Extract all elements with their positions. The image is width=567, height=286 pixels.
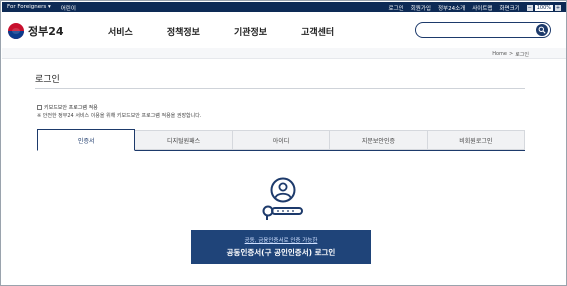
signup-link[interactable]: 회원가입 <box>411 4 431 12</box>
search-icon <box>538 26 546 34</box>
login-button-subtext: 공동, 금융인증서로 인증 가능한 <box>244 238 318 244</box>
nav-item-customer-center[interactable]: 고객센터 <box>301 25 334 38</box>
for-foreigners-link[interactable]: For Foreigners ▾ <box>7 4 51 12</box>
kids-link[interactable]: 어린이 <box>61 4 76 12</box>
login-link[interactable]: 로그인 <box>389 4 404 12</box>
breadcrumb-current: 로그인 <box>515 52 529 58</box>
breadcrumb-home[interactable]: Home <box>492 51 507 58</box>
keyboard-security-label: 키보드보안 프로그램 적용 <box>44 105 98 111</box>
page-title: 로그인 <box>35 75 60 85</box>
login-button-label: 공동인증서(구 공인인증서) 로그인 <box>226 248 336 257</box>
keyboard-security-note: ※ 안전한 정부24 서비스 이용을 위해 키보드보안 프로그램 적용을 권장합… <box>37 113 202 119</box>
sitemap-link[interactable]: 사이트맵 <box>472 4 492 12</box>
keyboard-security-checkbox[interactable] <box>37 105 42 110</box>
site-logo[interactable]: 정부24 <box>8 23 64 39</box>
screen-size-label: 화면크기 <box>499 6 520 12</box>
zoom-value: 100% <box>534 5 553 11</box>
nav-item-agency[interactable]: 기관정보 <box>234 25 267 38</box>
government-emblem-icon <box>8 23 24 39</box>
main-nav: 서비스 정책정보 기관정보 고객센터 <box>108 25 368 38</box>
nav-item-policy[interactable]: 정책정보 <box>167 25 200 38</box>
certificate-login-button[interactable]: 공동, 금융인증서로 인증 가능한 공동인증서(구 공인인증서) 로그인 <box>191 230 371 264</box>
tab-guest-login[interactable]: 비회원로그인 <box>427 130 526 150</box>
tab-fingerprint[interactable]: 지문보안인증 <box>330 130 428 150</box>
zoom-out-button[interactable]: − <box>526 5 533 11</box>
breadcrumb: Home > 로그인 <box>2 48 566 59</box>
browser-frame: For Foreigners ▾ 어린이 로그인 회원가입 정부24소개 사이트… <box>0 0 567 286</box>
certificate-user-icon <box>262 177 303 220</box>
utility-bar: For Foreigners ▾ 어린이 로그인 회원가입 정부24소개 사이트… <box>2 2 566 12</box>
key-icon <box>262 205 303 220</box>
login-method-tabs: 인증서 디지털원패스 아이디 지문보안인증 비회원로그인 <box>37 129 526 151</box>
search-input[interactable] <box>415 22 551 38</box>
title-divider <box>35 88 525 89</box>
tab-id[interactable]: 아이디 <box>232 130 331 150</box>
tab-certificate[interactable]: 인증서 <box>37 129 136 151</box>
keyboard-security-option[interactable]: 키보드보안 프로그램 적용 <box>37 104 98 111</box>
site-header: 정부24 서비스 정책정보 기관정보 고객센터 <box>2 12 566 50</box>
zoom-control: − 100% + <box>526 5 561 11</box>
intro-link[interactable]: 정부24소개 <box>438 4 465 12</box>
zoom-in-button[interactable]: + <box>555 5 561 11</box>
search-button[interactable] <box>536 24 548 36</box>
tab-digital-onepass[interactable]: 디지털원패스 <box>135 130 233 150</box>
breadcrumb-separator: > <box>508 51 514 57</box>
logo-text: 정부24 <box>28 25 64 38</box>
nav-item-service[interactable]: 서비스 <box>108 25 133 38</box>
